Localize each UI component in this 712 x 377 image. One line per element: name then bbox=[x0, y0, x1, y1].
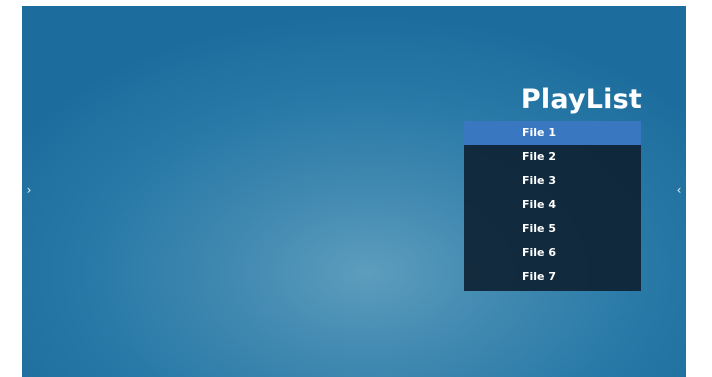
media-screen: › ‹ PlayList File 1 File 2 File 3 File 4… bbox=[22, 6, 686, 377]
playlist-item-file-4[interactable]: File 4 bbox=[464, 193, 641, 217]
playlist-item-file-2[interactable]: File 2 bbox=[464, 145, 641, 169]
playlist-item-file-7[interactable]: File 7 bbox=[464, 265, 641, 289]
playlist-item-file-1[interactable]: File 1 bbox=[464, 121, 641, 145]
chevron-right-icon[interactable]: › bbox=[22, 182, 36, 198]
playlist-item-file-6[interactable]: File 6 bbox=[464, 241, 641, 265]
playlist-title: PlayList bbox=[520, 84, 642, 115]
playlist-panel: File 1 File 2 File 3 File 4 File 5 File … bbox=[464, 121, 641, 291]
playlist-item-file-5[interactable]: File 5 bbox=[464, 217, 641, 241]
chevron-left-icon[interactable]: ‹ bbox=[672, 182, 686, 198]
playlist-item-file-3[interactable]: File 3 bbox=[464, 169, 641, 193]
